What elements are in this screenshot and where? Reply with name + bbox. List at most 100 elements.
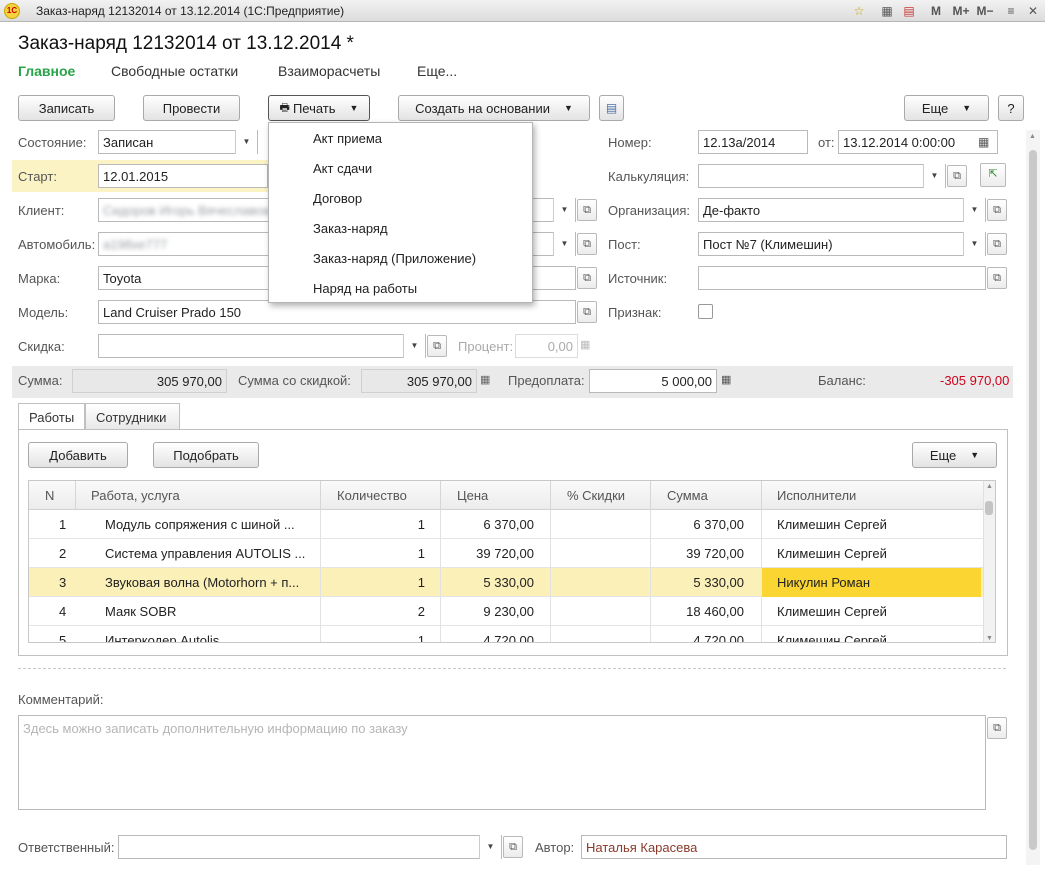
table-row[interactable]: 4 Маяк SOBR 2 9 230,00 18 460,00 Климеши… xyxy=(29,597,984,626)
open-icon[interactable]: ⧉ xyxy=(577,233,597,255)
cell-work: Маяк SOBR xyxy=(105,604,177,619)
chevron-down-icon[interactable]: ▼ xyxy=(923,164,945,188)
tab-works[interactable]: Работы xyxy=(18,403,85,430)
header-discount[interactable]: % Скидки xyxy=(567,488,625,503)
open-icon[interactable]: ⧉ xyxy=(947,165,967,187)
header-n[interactable]: N xyxy=(45,488,54,503)
nav-main[interactable]: Главное xyxy=(18,63,75,79)
scroll-up-icon[interactable]: ▲ xyxy=(1029,133,1036,140)
header-sum[interactable]: Сумма xyxy=(667,488,708,503)
responsible-input[interactable] xyxy=(118,835,502,859)
chevron-down-icon[interactable]: ▼ xyxy=(963,198,985,222)
model-input[interactable]: Land Cruiser Prado 150 xyxy=(98,300,576,324)
table-row[interactable]: 1 Модуль сопряжения с шиной ... 1 6 370,… xyxy=(29,510,984,539)
calculator-icon[interactable]: ▦ xyxy=(480,373,490,386)
calc-input[interactable] xyxy=(698,164,946,188)
table-row[interactable]: 5 Интеркодер Autolis 1 4 720,00 4 720,00… xyxy=(29,626,984,642)
sum-discount-label: Сумма со скидкой: xyxy=(238,373,351,388)
calendar-icon[interactable]: ▤ xyxy=(901,3,917,19)
report-button[interactable]: ▤ xyxy=(599,95,624,121)
post-value: Пост №7 (Климешин) xyxy=(703,237,833,252)
header-executors[interactable]: Исполнители xyxy=(777,488,856,503)
memory-plus-button[interactable]: M+ xyxy=(951,3,971,19)
state-select[interactable]: Записан xyxy=(98,130,258,154)
post-input[interactable]: Пост №7 (Климешин) xyxy=(698,232,986,256)
nav-more[interactable]: Еще... xyxy=(417,63,457,79)
nav-free-stock[interactable]: Свободные остатки xyxy=(111,63,238,79)
cell-n: 1 xyxy=(59,517,67,532)
chevron-down-icon[interactable]: ▼ xyxy=(553,198,575,222)
header-price[interactable]: Цена xyxy=(457,488,488,503)
open-icon[interactable]: ⧉ xyxy=(987,199,1007,221)
calculator-icon[interactable]: ▦ xyxy=(879,3,895,19)
menu-item-work-order[interactable]: Заказ-наряд xyxy=(313,221,388,236)
save-button[interactable]: Записать xyxy=(18,95,115,121)
table-scrollbar[interactable]: ▲ ▼ xyxy=(983,481,995,642)
number-input[interactable]: 12.13а/2014 xyxy=(698,130,808,154)
form-scrollbar[interactable]: ▲ xyxy=(1026,130,1040,865)
cell-work: Система управления AUTOLIS ... xyxy=(105,546,306,561)
more-button[interactable]: Еще ▼ xyxy=(904,95,989,121)
open-icon[interactable]: ⧉ xyxy=(427,335,447,357)
open-icon[interactable]: ⧉ xyxy=(987,233,1007,255)
menu-item-contract[interactable]: Договор xyxy=(313,191,362,206)
cell-executor[interactable]: Никулин Роман xyxy=(777,575,977,590)
sign-checkbox[interactable] xyxy=(698,304,713,319)
pick-button[interactable]: Подобрать xyxy=(153,442,259,468)
scroll-up-icon[interactable]: ▲ xyxy=(986,483,993,490)
discount-input[interactable] xyxy=(98,334,426,358)
chevron-down-icon[interactable]: ▼ xyxy=(963,232,985,256)
org-input[interactable]: Де-факто xyxy=(698,198,986,222)
header-work[interactable]: Работа, услуга xyxy=(91,488,180,503)
open-icon[interactable]: ⧉ xyxy=(987,717,1007,739)
menu-item-acceptance-act[interactable]: Акт приема xyxy=(313,131,382,146)
table-row[interactable]: 2 Система управления AUTOLIS ... 1 39 72… xyxy=(29,539,984,568)
menu-item-job-order[interactable]: Наряд на работы xyxy=(313,281,417,296)
menu-item-work-order-appendix[interactable]: Заказ-наряд (Приложение) xyxy=(313,251,476,266)
calculator-icon[interactable]: ▦ xyxy=(721,373,731,386)
scroll-thumb[interactable] xyxy=(985,501,993,515)
memory-minus-button[interactable]: M− xyxy=(975,3,995,19)
menu-icon[interactable]: ≡ xyxy=(1003,3,1019,19)
open-icon[interactable]: ⧉ xyxy=(577,267,597,289)
sum-discount-value: 305 970,00 xyxy=(406,374,472,389)
author-field[interactable]: Наталья Карасева xyxy=(581,835,1007,859)
scroll-thumb[interactable] xyxy=(1029,150,1037,850)
comment-textarea[interactable]: Здесь можно записать дополнительную инфо… xyxy=(18,715,986,810)
add-button[interactable]: Добавить xyxy=(28,442,128,468)
print-button[interactable]: 🖶 Печать ▼ xyxy=(268,95,370,121)
tab-employees[interactable]: Сотрудники xyxy=(85,403,180,430)
source-input[interactable] xyxy=(698,266,986,290)
create-based-button[interactable]: Создать на основании ▼ xyxy=(398,95,590,121)
header-qty[interactable]: Количество xyxy=(337,488,407,503)
cell-sum: 5 330,00 xyxy=(693,575,744,590)
cell-price: 39 720,00 xyxy=(476,546,534,561)
help-button[interactable]: ? xyxy=(998,95,1024,121)
close-icon[interactable]: ✕ xyxy=(1025,3,1041,19)
open-icon[interactable]: ⧉ xyxy=(987,267,1007,289)
tab-employees-label: Сотрудники xyxy=(96,410,167,425)
menu-item-delivery-act[interactable]: Акт сдачи xyxy=(313,161,372,176)
table-more-button[interactable]: Еще ▼ xyxy=(912,442,997,468)
open-icon[interactable]: ⧉ xyxy=(577,301,597,323)
scroll-down-icon[interactable]: ▼ xyxy=(986,635,993,642)
open-icon[interactable]: ⧉ xyxy=(503,836,523,858)
page-title: Заказ-наряд 12132014 от 13.12.2014 * xyxy=(18,33,354,54)
memory-m-button[interactable]: M xyxy=(928,3,944,19)
start-date-input[interactable]: 12.01.2015 xyxy=(98,164,268,188)
chevron-down-icon[interactable]: ▼ xyxy=(403,334,425,358)
from-date-input[interactable]: 13.12.2014 0:00:00 xyxy=(838,130,998,154)
post-button[interactable]: Провести xyxy=(143,95,240,121)
sign-label: Признак: xyxy=(608,305,662,320)
open-icon[interactable]: ⧉ xyxy=(577,199,597,221)
post-label: Пост: xyxy=(608,237,641,252)
star-icon[interactable]: ☆ xyxy=(851,3,867,19)
fill-from-calc-icon[interactable]: ⇱ xyxy=(980,163,1006,187)
chevron-down-icon[interactable]: ▼ xyxy=(479,835,501,859)
chevron-down-icon[interactable]: ▼ xyxy=(235,130,257,154)
table-row-selected[interactable]: 3 Звуковая волна (Motorhorn + п... 1 5 3… xyxy=(29,568,984,597)
prepay-input[interactable]: 5 000,00 xyxy=(589,369,717,393)
chevron-down-icon[interactable]: ▼ xyxy=(553,232,575,256)
calendar-icon[interactable]: ▦ xyxy=(978,135,989,149)
nav-settlements[interactable]: Взаиморасчеты xyxy=(278,63,380,79)
